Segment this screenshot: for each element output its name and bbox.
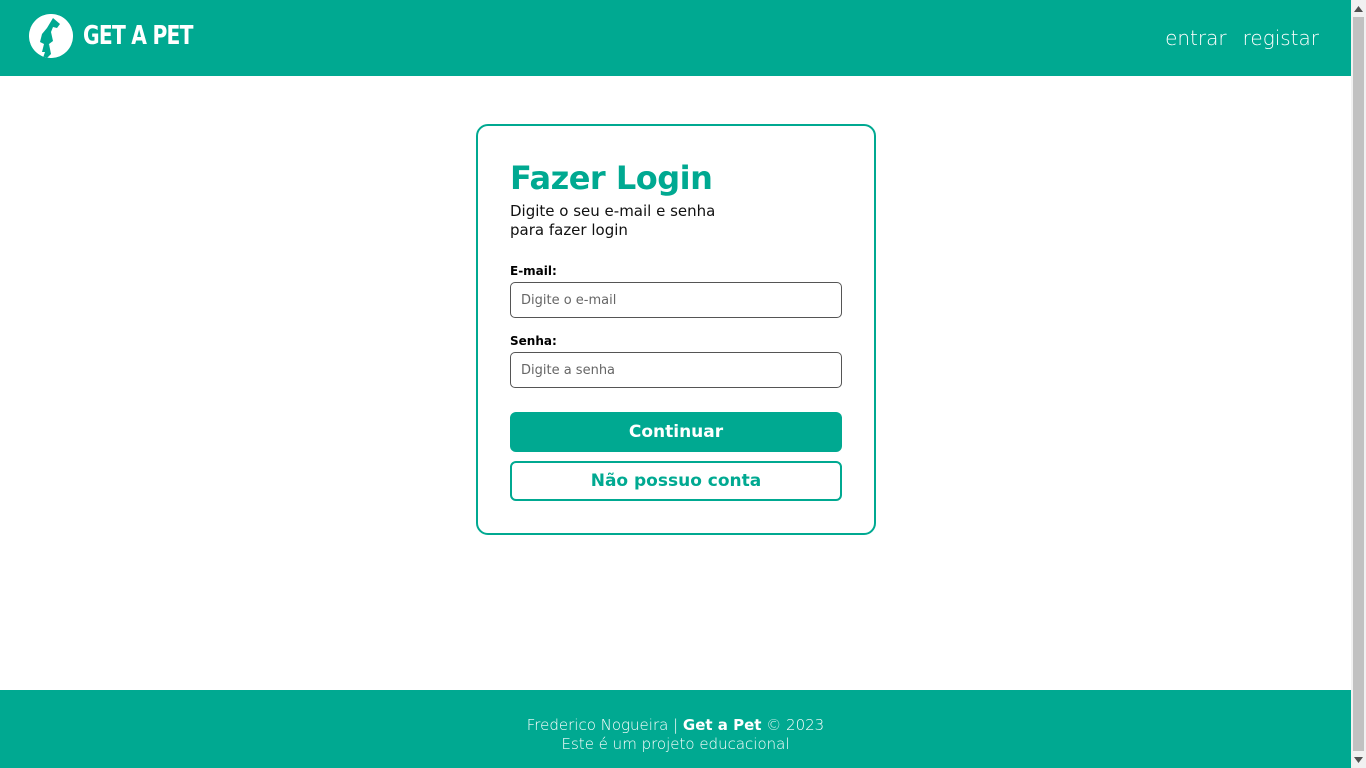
login-card: Fazer Login Digite o seu e-mail e senha … <box>476 124 876 535</box>
page-title: Fazer Login <box>510 159 713 197</box>
page: GET A PET entrar registar Fazer Login Di… <box>0 0 1366 768</box>
nav-login-link[interactable]: entrar <box>1165 25 1227 51</box>
footer-brand: Get a Pet <box>682 716 762 734</box>
site-footer: Frederico Nogueira | Get a Pet © 2023 Es… <box>0 690 1351 768</box>
scrollbar-thumb[interactable] <box>1353 17 1364 751</box>
dog-silhouette-icon <box>29 14 73 58</box>
nav-register-link[interactable]: registar <box>1243 25 1319 51</box>
vertical-scrollbar[interactable] <box>1351 0 1366 768</box>
header-nav: entrar registar <box>1165 25 1319 51</box>
viewport: GET A PET entrar registar Fazer Login Di… <box>0 0 1351 768</box>
brand-name: GET A PET <box>83 21 193 51</box>
arrow-up-icon[interactable] <box>1351 0 1366 17</box>
logo-link[interactable]: GET A PET <box>29 14 224 58</box>
email-label: E-mail: <box>510 264 557 278</box>
footer-credits: Frederico Nogueira | Get a Pet © 2023 <box>0 716 1351 735</box>
arrow-down-icon[interactable] <box>1351 751 1366 768</box>
email-field[interactable] <box>510 282 842 318</box>
footer-author: Frederico Nogueira | <box>526 716 679 734</box>
continue-button[interactable]: Continuar <box>510 412 842 452</box>
no-account-button[interactable]: Não possuo conta <box>510 461 842 501</box>
login-subtitle: Digite o seu e-mail e senha para fazer l… <box>510 202 716 239</box>
site-header: GET A PET entrar registar <box>0 0 1351 76</box>
footer-year: © 2023 <box>766 716 825 734</box>
password-label: Senha: <box>510 334 557 348</box>
footer-note: Este é um projeto educacional <box>561 735 790 753</box>
password-field[interactable] <box>510 352 842 388</box>
